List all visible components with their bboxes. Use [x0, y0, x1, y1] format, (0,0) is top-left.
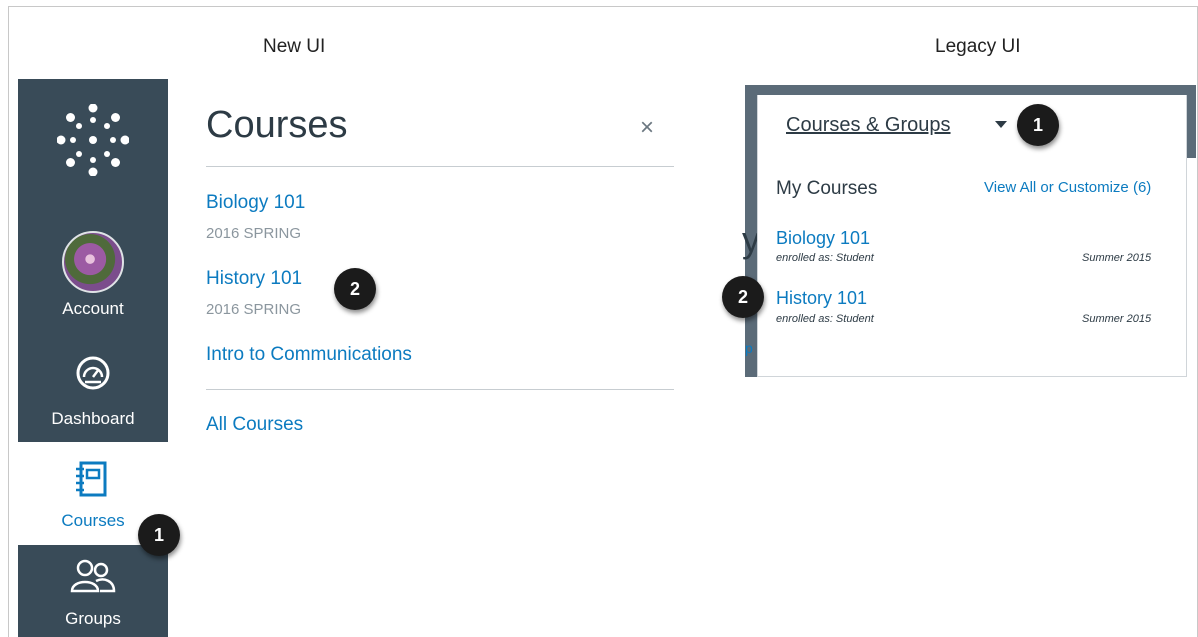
all-courses-link[interactable]: All Courses — [206, 414, 303, 436]
tray-course-term: 2016 SPRING — [206, 301, 302, 318]
legacy-course-link[interactable]: History 101 — [776, 288, 867, 309]
grades-tab[interactable]: Grades — [1075, 114, 1144, 137]
courses-icon[interactable] — [72, 461, 112, 497]
courses-groups-tab[interactable]: Courses & Groups — [786, 114, 951, 137]
tray-course-link[interactable]: Intro to Communications — [206, 344, 412, 366]
callout-badge-2-new: 2 — [334, 268, 376, 310]
groups-label[interactable]: Groups — [18, 609, 168, 629]
legacy-course-term: Summer 2015 — [1082, 313, 1152, 325]
courses-tray-title: Courses — [206, 104, 348, 146]
legacy-ui-heading: Legacy UI — [935, 36, 1021, 57]
tray-course-link[interactable]: Biology 101 — [206, 192, 305, 214]
account-label[interactable]: Account — [18, 299, 168, 319]
my-courses-heading: My Courses — [776, 178, 878, 199]
dashboard-icon[interactable] — [75, 355, 111, 391]
legacy-course-link[interactable]: Biology 101 — [776, 228, 870, 249]
chevron-down-icon[interactable] — [995, 121, 1007, 128]
callout-badge-2-legacy: 2 — [722, 276, 764, 318]
account-avatar[interactable] — [62, 231, 124, 293]
view-all-customize-link[interactable]: View All or Customize (6) — [984, 179, 1151, 196]
groups-icon[interactable] — [70, 559, 116, 595]
legacy-enrollment-role: enrolled as: Student — [776, 252, 874, 264]
callout-badge-1-legacy: 1 — [1017, 104, 1059, 146]
frame-left-border — [8, 6, 9, 637]
dashboard-label[interactable]: Dashboard — [18, 409, 168, 429]
close-icon[interactable]: × — [640, 114, 654, 142]
canvas-logo-icon[interactable] — [57, 104, 129, 176]
callout-badge-1-new: 1 — [138, 514, 180, 556]
tray-course-link[interactable]: History 101 — [206, 268, 302, 290]
legacy-course-term: Summer 2015 — [1082, 252, 1152, 264]
legacy-background-link: p — [745, 340, 753, 356]
tray-divider — [206, 166, 674, 167]
new-ui-heading: New UI — [263, 36, 326, 57]
global-navigation: Account Dashboard Courses Groups — [18, 79, 168, 637]
tray-divider — [206, 389, 674, 390]
legacy-enrollment-role: enrolled as: Student — [776, 313, 874, 325]
frame-top-border — [8, 6, 1198, 7]
tray-course-term: 2016 SPRING — [206, 225, 302, 242]
